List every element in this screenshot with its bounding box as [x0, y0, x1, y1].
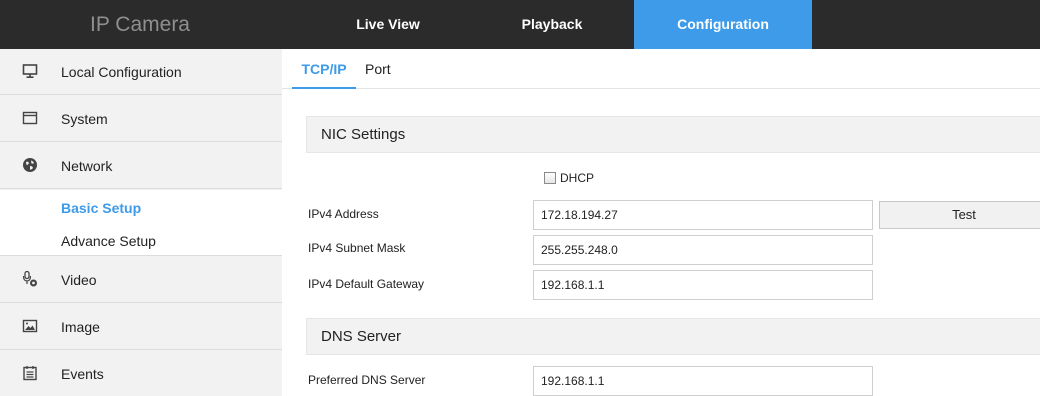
ipv4-subnet-mask-label: IPv4 Subnet Mask [308, 241, 406, 255]
globe-icon [22, 157, 38, 173]
sidebar-item-label: System [61, 111, 108, 127]
preferred-dns-server-input[interactable]: 192.168.1.1 [533, 366, 873, 396]
tab-bar: TCP/IP Port [282, 49, 1040, 89]
brand-title: IP Camera [90, 13, 190, 36]
ipv4-default-gateway-input[interactable]: 192.168.1.1 [533, 270, 873, 300]
top-bar: IP Camera Live View Playback Configurati… [0, 0, 1040, 49]
sidebar-item-video[interactable]: Video [0, 257, 282, 303]
monitor-icon [22, 63, 38, 79]
sidebar-item-network[interactable]: Network [0, 143, 282, 189]
sidebar-item-label: Events [61, 366, 104, 382]
sidebar-item-system[interactable]: System [0, 96, 282, 142]
sidebar-item-label: Network [61, 158, 113, 174]
sidebar-item-local-configuration[interactable]: Local Configuration [0, 49, 282, 95]
section-title: NIC Settings [321, 126, 406, 143]
microphone-camera-icon [22, 270, 38, 287]
sidebar-item-events[interactable]: Events [0, 351, 282, 396]
sidebar-item-label: Video [61, 272, 97, 288]
dhcp-label: DHCP [560, 171, 595, 185]
nav-live-view[interactable]: Live View [306, 0, 470, 49]
sidebar-item-label: Image [61, 319, 100, 335]
submenu-advance-setup[interactable]: Advance Setup [61, 230, 156, 252]
sidebar-item-label: Local Configuration [61, 64, 182, 80]
ipv4-default-gateway-label: IPv4 Default Gateway [308, 277, 425, 291]
test-button[interactable]: Test [879, 201, 1040, 229]
nav-playback[interactable]: Playback [470, 0, 634, 49]
image-icon [22, 318, 38, 334]
section-title: DNS Server [321, 328, 402, 345]
tab-tcp-ip[interactable]: TCP/IP [292, 49, 356, 89]
tab-port[interactable]: Port [365, 49, 391, 89]
ipv4-subnet-mask-input[interactable]: 255.255.248.0 [533, 235, 873, 265]
window-icon [22, 110, 38, 126]
nav-configuration[interactable]: Configuration [634, 0, 812, 49]
section-header-nic-settings: NIC Settings [306, 116, 1040, 153]
section-header-dns-server: DNS Server [306, 318, 1040, 355]
calendar-icon [22, 365, 38, 381]
network-submenu: Basic Setup Advance Setup [0, 190, 282, 256]
submenu-basic-setup[interactable]: Basic Setup [61, 197, 141, 219]
sidebar: Local Configuration System Network Basic… [0, 49, 282, 396]
preferred-dns-server-label: Preferred DNS Server [308, 373, 426, 387]
dhcp-checkbox[interactable] [544, 172, 556, 184]
ipv4-address-input[interactable]: 172.18.194.27 [533, 200, 873, 230]
ipv4-address-label: IPv4 Address [308, 207, 379, 221]
sidebar-item-image[interactable]: Image [0, 304, 282, 350]
